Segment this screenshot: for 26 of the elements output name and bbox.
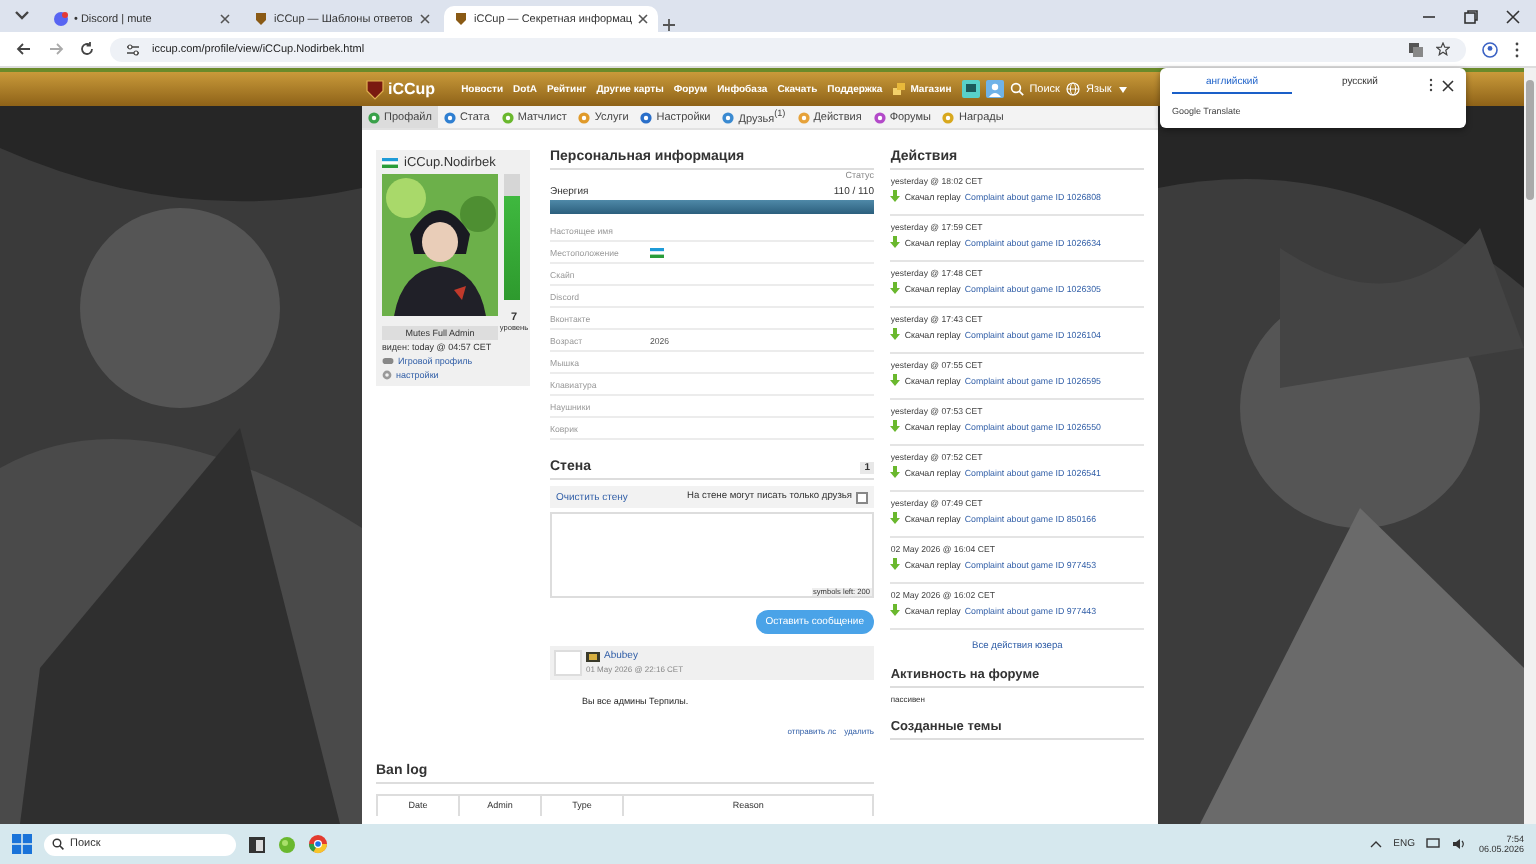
plus-icon[interactable] (662, 18, 677, 32)
scrollbar-thumb[interactable] (1526, 80, 1534, 200)
close-icon[interactable] (420, 14, 430, 24)
star-icon[interactable] (1436, 42, 1450, 56)
site-info-icon (126, 43, 140, 55)
account-icon[interactable] (1482, 41, 1498, 57)
chevron-icon[interactable] (1369, 840, 1382, 848)
dropdown-icon[interactable] (14, 10, 30, 22)
app-icon (54, 12, 68, 26)
reload-icon[interactable] (80, 42, 94, 56)
browser-icon[interactable] (308, 834, 328, 854)
speaker-icon[interactable] (1452, 838, 1467, 850)
minimize-icon[interactable] (1422, 10, 1436, 24)
close-icon[interactable] (1506, 10, 1520, 24)
shield-icon (454, 12, 468, 26)
back-icon[interactable] (16, 42, 32, 56)
shield-icon (254, 12, 268, 26)
restore-icon[interactable] (1464, 10, 1478, 24)
windows-icon[interactable] (12, 834, 32, 854)
translate-icon[interactable] (1408, 41, 1424, 57)
search-icon (52, 838, 64, 850)
network-icon[interactable] (1426, 838, 1441, 850)
window-icon[interactable] (248, 835, 266, 853)
close-icon[interactable] (638, 14, 649, 24)
close-icon[interactable] (220, 14, 230, 24)
more-icon[interactable] (1514, 41, 1520, 57)
